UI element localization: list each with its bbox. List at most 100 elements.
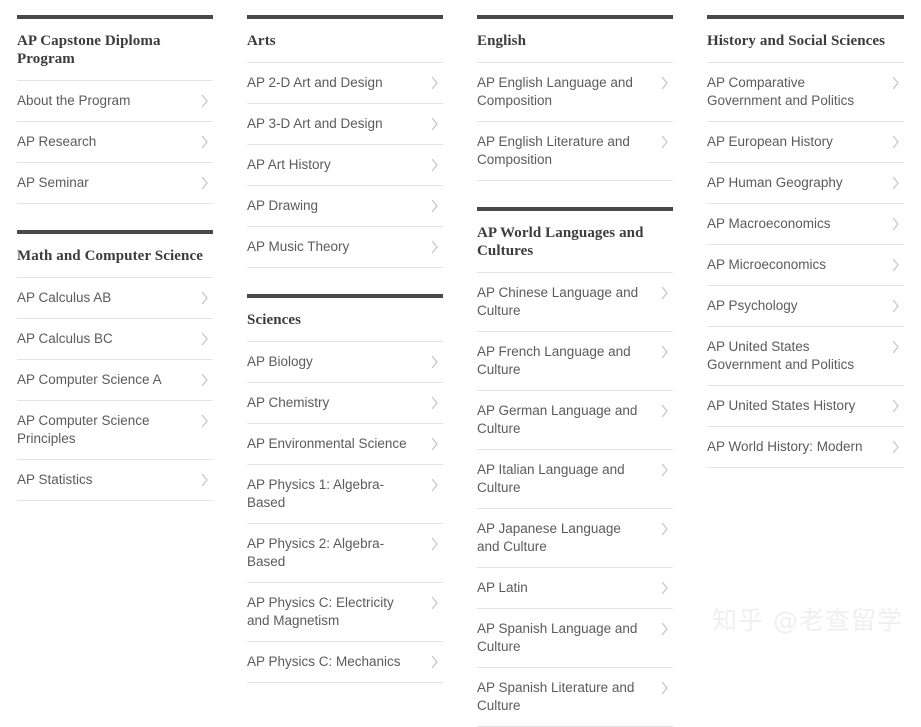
chevron-right-icon [429,394,441,412]
chevron-right-icon [429,74,441,92]
section-sciences: Sciences AP Biology AP Chemistry AP Environ… [247,294,443,683]
course-link-ap-physics-c-electricity-and-magnetism[interactable]: AP Physics C: Electricity and Magnetism [247,583,443,642]
chevron-right-icon [199,471,211,489]
section-heading-ap-world-languages-and-cultures: AP World Languages and Cultures [477,225,644,259]
chevron-right-icon [429,353,441,371]
course-link-ap-united-states-government-and-politics[interactable]: AP United States Government and Politics [707,327,904,386]
course-link-ap-german-language-and-culture[interactable]: AP German Language and Culture [477,391,673,450]
course-link-ap-macroeconomics[interactable]: AP Macroeconomics [707,204,904,245]
course-link-ap-japanese-language-and-culture[interactable]: AP Japanese Language and Culture [477,509,673,568]
course-label: About the Program [17,93,131,108]
course-link-ap-english-language-and-composition[interactable]: AP English Language and Composition [477,63,673,122]
course-link-ap-psychology[interactable]: AP Psychology [707,286,904,327]
chevron-right-icon [659,133,671,151]
course-link-ap-european-history[interactable]: AP European History [707,122,904,163]
course-link-ap-biology[interactable]: AP Biology [247,342,443,383]
course-link-ap-human-geography[interactable]: AP Human Geography [707,163,904,204]
course-label: AP Calculus AB [17,290,112,305]
course-link-ap-art-history[interactable]: AP Art History [247,145,443,186]
course-label: AP Drawing [247,198,319,213]
chevron-right-icon [659,461,671,479]
course-link-ap-2-d-art-and-design[interactable]: AP 2-D Art and Design [247,63,443,104]
course-link-ap-physics-c-mechanics[interactable]: AP Physics C: Mechanics [247,642,443,683]
course-link-ap-chinese-language-and-culture[interactable]: AP Chinese Language and Culture [477,273,673,332]
course-label: AP Calculus BC [17,331,113,346]
section-ap-world-languages-and-cultures: AP World Languages and Cultures AP Chines… [477,207,673,727]
course-link-ap-italian-language-and-culture[interactable]: AP Italian Language and Culture [477,450,673,509]
chevron-right-icon [890,297,902,315]
course-label: AP Macroeconomics [707,216,831,231]
course-label: AP French Language and Culture [477,344,631,377]
chevron-right-icon [429,156,441,174]
section-ap-capstone-diploma-program: AP Capstone Diploma Program About the Pro… [17,15,213,204]
course-link-ap-spanish-literature-and-culture[interactable]: AP Spanish Literature and Culture [477,668,673,727]
course-label: AP Human Geography [707,175,843,190]
course-link-ap-physics-1-algebra-based[interactable]: AP Physics 1: Algebra-Based [247,465,443,524]
chevron-right-icon [890,74,902,92]
course-link-ap-english-literature-and-composition[interactable]: AP English Literature and Composition [477,122,673,181]
course-link-ap-environmental-science[interactable]: AP Environmental Science [247,424,443,465]
course-list-english: AP English Language and Composition AP En… [477,62,673,181]
watermark: 知乎 @老查留学 [712,606,903,635]
course-link-ap-seminar[interactable]: AP Seminar [17,163,213,204]
course-list-ap-world-languages-and-cultures: AP Chinese Language and Culture AP French… [477,272,673,727]
course-column-2: Arts AP 2-D Art and Design AP 3-D Art and … [230,15,460,727]
chevron-right-icon [429,594,441,612]
course-label: AP Computer Science A [17,372,162,387]
chevron-right-icon [659,284,671,302]
course-link-ap-united-states-history[interactable]: AP United States History [707,386,904,427]
chevron-right-icon [199,412,211,430]
course-link-ap-chemistry[interactable]: AP Chemistry [247,383,443,424]
chevron-right-icon [199,133,211,151]
chevron-right-icon [429,476,441,494]
chevron-right-icon [199,174,211,192]
course-link-ap-research[interactable]: AP Research [17,122,213,163]
section-history-and-social-sciences: History and Social Sciences AP Comparativ… [707,15,904,468]
chevron-right-icon [659,679,671,697]
course-label: AP Physics 2: Algebra-Based [247,536,385,569]
course-link-ap-3-d-art-and-design[interactable]: AP 3-D Art and Design [247,104,443,145]
course-label: AP English Language and Composition [477,75,633,108]
section-heading-math-and-computer-science: Math and Computer Science [17,248,203,264]
course-link-ap-drawing[interactable]: AP Drawing [247,186,443,227]
course-label: AP Physics C: Electricity and Magnetism [247,595,394,628]
course-label: AP Art History [247,157,331,172]
course-label: AP Japanese Language and Culture [477,521,621,554]
course-link-ap-french-language-and-culture[interactable]: AP French Language and Culture [477,332,673,391]
course-label: AP United States Government and Politics [707,339,855,372]
course-label: AP Spanish Language and Culture [477,621,638,654]
course-link-ap-world-history-modern[interactable]: AP World History: Modern [707,427,904,468]
course-link-ap-computer-science-a[interactable]: AP Computer Science A [17,360,213,401]
chevron-right-icon [429,115,441,133]
section-arts: Arts AP 2-D Art and Design AP 3-D Art and … [247,15,443,268]
course-label: AP Physics 1: Algebra-Based [247,477,385,510]
course-link-ap-calculus-bc[interactable]: AP Calculus BC [17,319,213,360]
course-link-ap-calculus-ab[interactable]: AP Calculus AB [17,278,213,319]
course-label: AP English Literature and Composition [477,134,630,167]
chevron-right-icon [659,343,671,361]
chevron-right-icon [429,238,441,256]
course-link-ap-physics-2-algebra-based[interactable]: AP Physics 2: Algebra-Based [247,524,443,583]
course-link-ap-latin[interactable]: AP Latin [477,568,673,609]
chevron-right-icon [890,438,902,456]
course-list-arts: AP 2-D Art and Design AP 3-D Art and Desi… [247,62,443,268]
section-heading-sciences: Sciences [247,312,302,328]
chevron-right-icon [890,338,902,356]
course-link-ap-statistics[interactable]: AP Statistics [17,460,213,501]
course-link-ap-comparative-government-and-politics[interactable]: AP Comparative Government and Politics [707,63,904,122]
chevron-right-icon [199,92,211,110]
section-heading-ap-capstone-diploma-program: AP Capstone Diploma Program [17,33,161,67]
course-list-ap-capstone-diploma-program: About the Program AP Research AP Seminar [17,80,213,204]
course-link-ap-computer-science-principles[interactable]: AP Computer Science Principles [17,401,213,460]
course-label: AP 3-D Art and Design [247,116,383,131]
course-list-math-and-computer-science: AP Calculus AB AP Calculus BC AP Computer … [17,277,213,501]
course-link-ap-spanish-language-and-culture[interactable]: AP Spanish Language and Culture [477,609,673,668]
course-link-about-the-program[interactable]: About the Program [17,81,213,122]
course-list-history-and-social-sciences: AP Comparative Government and Politics AP… [707,62,904,468]
section-math-and-computer-science: Math and Computer Science AP Calculus AB A… [17,230,213,501]
chevron-right-icon [890,256,902,274]
course-label: AP Research [17,134,97,149]
course-label: AP Environmental Science [247,436,407,451]
course-link-ap-microeconomics[interactable]: AP Microeconomics [707,245,904,286]
course-link-ap-music-theory[interactable]: AP Music Theory [247,227,443,268]
